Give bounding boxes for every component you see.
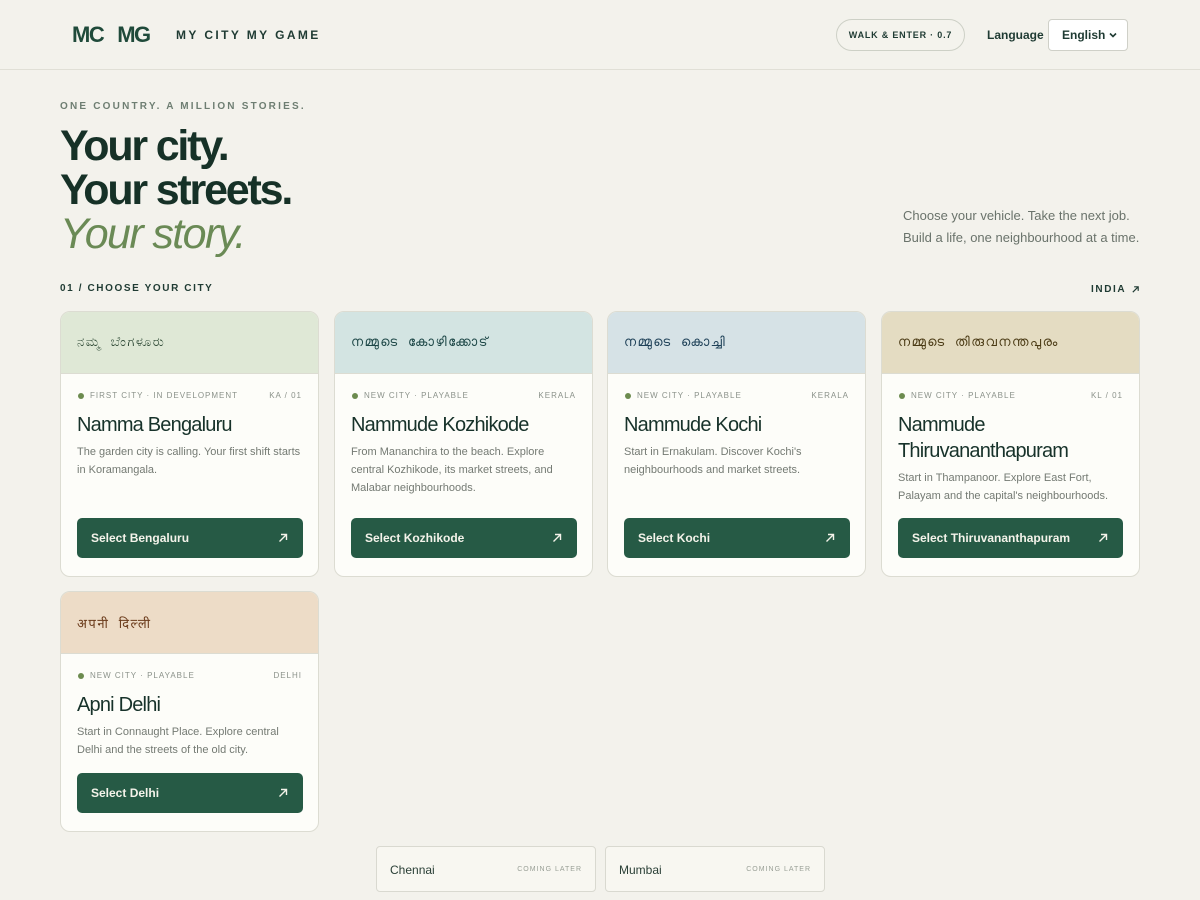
language-select[interactable]: English [1048,19,1128,51]
logo[interactable]: MC MG [72,22,151,48]
city-status-tag: NEW CITY · PLAYABLE [637,391,742,400]
button-label: Select Kochi [638,531,711,545]
coming-city-chennai: Chennai COMING LATER [376,846,596,892]
status-dot-icon [78,673,84,679]
arrow-up-right-icon [279,533,288,542]
city-meta: NEW CITY · PLAYABLE KERALA [624,391,849,403]
city-status-tag: NEW CITY · PLAYABLE [90,671,195,680]
select-kochi-button[interactable]: Select Kochi [624,518,850,558]
city-meta: NEW CITY · PLAYABLE DELHI [77,671,302,683]
city-script-name: നമ്മുടെ തിരുവനന്തപുരം [882,312,1139,374]
language-value: English [1062,28,1106,42]
city-region-code: KA / 01 [269,391,302,400]
select-bengaluru-button[interactable]: Select Bengaluru [77,518,303,558]
city-region-code: KERALA [538,391,576,400]
city-region-code: KERALA [811,391,849,400]
city-status-tag: FIRST CITY · IN DEVELOPMENT [90,391,239,400]
city-script-name: ನಮ್ಮ ಬೆಂಗಳೂರು [61,312,318,374]
city-description: From Mananchira to the beach. Explore ce… [351,446,553,494]
coming-city-name: Chennai [390,863,435,877]
status-dot-icon [352,393,358,399]
city-status-tag: NEW CITY · PLAYABLE [911,391,1016,400]
select-kozhikode-button[interactable]: Select Kozhikode [351,518,577,558]
city-name: Namma Bengaluru [77,414,233,436]
status-pill[interactable]: WALK & ENTER · 0.7 [836,19,965,51]
india-link-label: INDIA [1091,284,1127,295]
city-card-kozhikode[interactable]: നമ്മുടെ കോഴിക്കോട് NEW CITY · PLAYABLE K… [334,311,593,577]
hero-title: Your city. Your streets. Your story. [60,122,293,258]
status-dot-icon [899,393,905,399]
arrow-up-right-icon [1099,533,1108,542]
arrow-up-right-icon [279,788,288,797]
arrow-up-right-icon [553,533,562,542]
hero-line-1: Your city. [60,122,230,170]
status-dot-icon [625,393,631,399]
city-script-name: നമ്മുടെ കൊച്ചി [608,312,865,374]
india-link[interactable]: INDIA [1091,284,1140,295]
button-label: Select Bengaluru [91,531,190,545]
select-thiruvananthapuram-button[interactable]: Select Thiruvananthapuram [898,518,1123,558]
city-region-code: DELHI [273,671,302,680]
coming-city-status: COMING LATER [517,866,582,873]
city-meta: NEW CITY · PLAYABLE KL / 01 [898,391,1123,403]
arrow-up-right-icon [826,533,835,542]
button-label: Select Thiruvananthapuram [912,531,1071,545]
hero-blurb: Choose your vehicle. Take the next job. … [903,205,1153,249]
city-card-bengaluru[interactable]: ನಮ್ಮ ಬೆಂಗಳೂರು FIRST CITY · IN DEVELOPMEN… [60,311,319,577]
language-label: Language [987,28,1044,42]
chevron-down-icon [1109,32,1117,38]
status-dot-icon [78,393,84,399]
hero-kicker: ONE COUNTRY. A MILLION STORIES. [60,101,306,112]
city-name: Nammude Kochi [624,414,762,436]
coming-city-mumbai: Mumbai COMING LATER [605,846,825,892]
logo-mc: MC [72,22,105,47]
city-description: Start in Ernakulam. Discover Kochi's nei… [624,446,802,476]
city-name: Nammude Kozhikode [351,414,529,436]
city-status-tag: NEW CITY · PLAYABLE [364,391,469,400]
city-description: Start in Connaught Place. Explore centra… [77,726,279,756]
city-card-thiruvananthapuram[interactable]: നമ്മുടെ തിരുവനന്തപുരം NEW CITY · PLAYABL… [881,311,1140,577]
hero-blurb-line-2: Build a life, one neighbourhood at a tim… [903,230,1140,245]
logo-mg: MG [117,22,151,47]
button-label: Select Delhi [91,786,160,800]
select-delhi-button[interactable]: Select Delhi [77,773,303,813]
brand-name: MY CITY MY GAME [176,28,321,42]
city-description: The garden city is calling. Your first s… [77,446,301,476]
coming-city-status: COMING LATER [746,866,811,873]
city-script-name: നമ്മുടെ കോഴിക്കോട് [335,312,592,374]
hero-line-3: Your story. [60,210,246,258]
city-card-delhi[interactable]: अपनी दिल्ली NEW CITY · PLAYABLE DELHI Ap… [60,591,319,832]
city-region-code: KL / 01 [1090,391,1123,400]
hero-line-2: Your streets. [60,166,293,214]
coming-city-name: Mumbai [619,863,662,877]
hero-blurb-line-1: Choose your vehicle. Take the next job. [903,208,1130,223]
city-description: Start in Thampanoor. Explore East Fort, … [898,472,1109,502]
arrow-up-right-icon [1132,286,1140,293]
city-script-name: अपनी दिल्ली [61,592,318,654]
city-meta: FIRST CITY · IN DEVELOPMENT KA / 01 [77,391,302,403]
city-name: Apni Delhi [77,694,161,716]
top-bar: MC MG MY CITY MY GAME WALK & ENTER · 0.7 … [0,0,1200,70]
city-card-kochi[interactable]: നമ്മുടെ കൊച്ചി NEW CITY · PLAYABLE KERAL… [607,311,866,577]
city-meta: NEW CITY · PLAYABLE KERALA [351,391,576,403]
button-label: Select Kozhikode [365,531,465,545]
section-label: 01 / CHOOSE YOUR CITY [60,283,214,294]
city-name: Nammude Thiruvananthapuram [898,414,1069,462]
